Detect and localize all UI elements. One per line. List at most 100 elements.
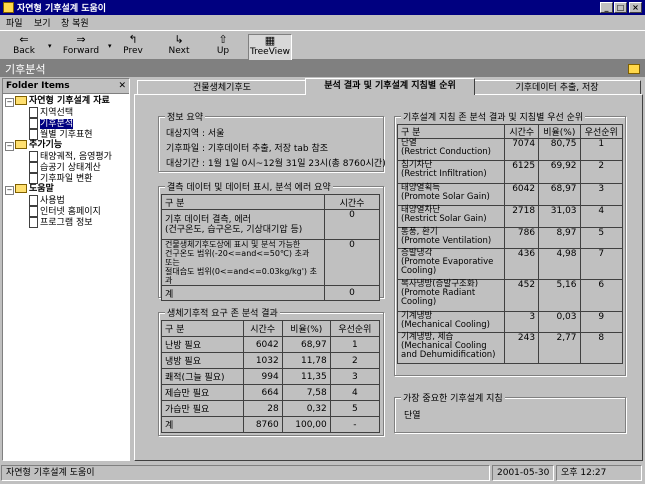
table-row: 태양열차단 (Restrict Solar Gain) 2718 31,03 4 bbox=[396, 205, 624, 228]
table-row: 증발냉각 (Promote Evaporative Cooling) 436 4,9… bbox=[396, 248, 624, 280]
table-row: 가습만 필요 28 0,32 5 bbox=[161, 400, 381, 417]
table-cell: 6042 bbox=[242, 336, 283, 353]
next-button[interactable]: ↳ Next bbox=[165, 34, 193, 60]
table-cell: 태양열차단 (Restrict Solar Gain) bbox=[396, 205, 506, 228]
document-icon bbox=[29, 151, 38, 162]
table-cell: 쾌적(그늘 필요) bbox=[161, 368, 244, 385]
back-button[interactable]: ⇐ Back ▾ bbox=[6, 34, 51, 60]
tree-node-help[interactable]: 도움말 bbox=[15, 184, 54, 195]
table-cell: 0,03 bbox=[538, 311, 581, 333]
table-row: 기계냉방, 제습 (Mechanical Cooling and Dehumid… bbox=[396, 332, 624, 364]
table-cell: 3 bbox=[579, 183, 624, 206]
table-cell: 4 bbox=[579, 205, 624, 228]
forward-arrow-icon: ⇒ bbox=[76, 33, 86, 46]
table-cell: 31,03 bbox=[538, 205, 581, 228]
table-cell: 0 bbox=[324, 285, 380, 301]
folder-icon bbox=[15, 96, 27, 105]
folder-icon bbox=[15, 184, 27, 193]
document-icon bbox=[29, 162, 38, 173]
status-text: 자연형 기후설계 도움이 bbox=[1, 465, 490, 481]
tree-node-climate-data[interactable]: 자연형 기후설계 자료 bbox=[15, 96, 110, 107]
folder-icon bbox=[628, 64, 640, 74]
menu-file[interactable]: 파일 bbox=[6, 16, 23, 29]
table-cell: 11,78 bbox=[281, 352, 331, 369]
close-button[interactable]: × bbox=[629, 2, 642, 13]
tree-node-extra-features[interactable]: 추가기능 bbox=[15, 140, 62, 151]
table-cell: 452 bbox=[504, 279, 540, 312]
table-cell: 기후 데이터 결측, 에러 (건구온도, 습구온도, 기상대기압 등) bbox=[161, 209, 325, 240]
document-icon bbox=[29, 217, 38, 228]
table-cell: 난방 필요 bbox=[161, 336, 244, 353]
table-cell: 68,97 bbox=[538, 183, 581, 206]
collapse-icon[interactable]: − bbox=[5, 186, 14, 195]
table-cell: 4,98 bbox=[538, 248, 581, 280]
table-cell: 제습만 필요 bbox=[161, 384, 244, 401]
table-cell: 100,00 bbox=[281, 416, 331, 433]
tab-climate-data-export[interactable]: 기후데이터 추출, 저장 bbox=[473, 80, 641, 94]
table-row: 계 8760 100,00- bbox=[161, 416, 381, 433]
prev-button[interactable]: ↰ Prev bbox=[118, 34, 148, 60]
app-icon bbox=[3, 2, 14, 13]
up-button[interactable]: ⇧ Up bbox=[210, 34, 236, 60]
table-row: 제습만 필요 664 7,58 4 bbox=[161, 384, 381, 401]
table-row: 난방 필요 6042 68,97 1 bbox=[161, 336, 381, 353]
table-cell: 243 bbox=[504, 332, 540, 364]
table-cell: 기계냉방, 제습 (Mechanical Cooling and Dehumid… bbox=[396, 332, 506, 364]
column-header: 시간수 bbox=[242, 320, 283, 337]
column-header: 비율(%) bbox=[538, 124, 581, 139]
collapse-icon[interactable]: − bbox=[5, 98, 14, 107]
table-cell: 436 bbox=[504, 248, 540, 280]
column-header: 구 분 bbox=[396, 124, 506, 139]
table-cell: 통풍, 환기 (Promote Ventilation) bbox=[396, 227, 506, 249]
most-important-group: 가장 중요한 기후설계 지침 단열 bbox=[394, 391, 626, 433]
table-cell: 태양열획득 (Promote Solar Gain) bbox=[396, 183, 506, 206]
document-icon bbox=[29, 206, 38, 217]
table-row: 냉방 필요 1032 11,78 2 bbox=[161, 352, 381, 369]
back-dropdown-icon[interactable]: ▾ bbox=[48, 42, 52, 50]
table-cell: 2,77 bbox=[538, 332, 581, 364]
table-cell: 5 bbox=[579, 227, 624, 249]
column-header: 우선순위 bbox=[329, 320, 381, 337]
column-header: 우선순위 bbox=[579, 124, 624, 139]
maximize-button[interactable]: □ bbox=[614, 2, 627, 13]
column-header: 구 분 bbox=[161, 194, 325, 210]
period-text: 대상기간 : 1월 1일 0시~12월 31일 23시(총 8760시간) bbox=[166, 159, 386, 169]
table-cell: 3 bbox=[329, 368, 381, 385]
table-cell: 6042 bbox=[504, 183, 540, 206]
collapse-icon[interactable]: − bbox=[5, 142, 14, 151]
title-bar: 자연형 기후설계 도움이 _ □ × bbox=[0, 0, 645, 15]
table-cell: 4 bbox=[329, 384, 381, 401]
folder-pane: Folder Items ✕ − 자연형 기후설계 자료 지역선택 기후분석 월… bbox=[2, 78, 130, 461]
tab-analysis-result[interactable]: 분석 결과 및 기후설계 지침별 순위 bbox=[305, 78, 475, 95]
menu-window-restore[interactable]: 창 복원 bbox=[61, 16, 89, 29]
table-cell: 8 bbox=[579, 332, 624, 364]
tab-bioclimatic-chart[interactable]: 건물생체기후도 bbox=[137, 80, 307, 94]
forward-button[interactable]: ⇒ Forward ▾ bbox=[58, 33, 112, 60]
table-cell: 69,92 bbox=[538, 160, 581, 184]
table-cell: 계 bbox=[161, 416, 244, 433]
table-cell: 786 bbox=[504, 227, 540, 249]
table-cell: 9 bbox=[579, 311, 624, 333]
table-cell: 증발냉각 (Promote Evaporative Cooling) bbox=[396, 248, 506, 280]
table-cell: 8760 bbox=[242, 416, 283, 433]
table-cell: 3 bbox=[504, 311, 540, 333]
section-header: 기후분석 bbox=[0, 60, 645, 77]
forward-dropdown-icon[interactable]: ▾ bbox=[108, 42, 112, 50]
close-pane-icon[interactable]: ✕ bbox=[118, 79, 126, 93]
table-cell: 7 bbox=[579, 248, 624, 280]
table-cell: 2 bbox=[329, 352, 381, 369]
tree-node-program-info[interactable]: 프로그램 정보 bbox=[29, 217, 93, 229]
table-cell: 단열 (Restrict Conduction) bbox=[396, 138, 506, 161]
column-header: 비율(%) bbox=[281, 320, 331, 337]
column-header: 시간수 bbox=[324, 194, 380, 210]
folder-icon bbox=[15, 140, 27, 149]
treeview-icon: ▦ bbox=[264, 34, 276, 47]
menu-view[interactable]: 보기 bbox=[34, 16, 51, 29]
status-bar: 자연형 기후설계 도움이 2001-05-30 오후 12:27 bbox=[0, 463, 645, 484]
table-cell: 5,16 bbox=[538, 279, 581, 312]
table-cell: 복사냉방(증발구조화) (Promote Radiant Cooling) bbox=[396, 279, 506, 312]
file-text: 기후파일 : 기후데이터 추출, 저장 tab 참조 bbox=[166, 144, 329, 154]
next-icon: ↳ bbox=[174, 33, 184, 46]
minimize-button[interactable]: _ bbox=[600, 2, 613, 13]
treeview-button[interactable]: ▦ TreeView bbox=[248, 34, 292, 62]
